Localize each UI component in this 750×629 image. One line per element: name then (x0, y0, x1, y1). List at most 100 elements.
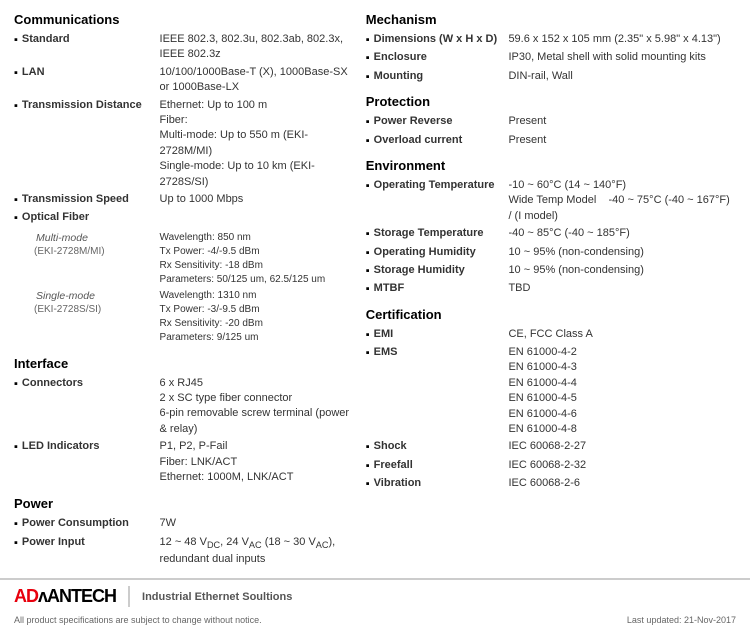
certification-table: ▪ EMI CE, FCC Class A ▪ EMS (366, 326, 736, 494)
footer-last-updated: Last updated: 21-Nov-2017 (627, 615, 736, 625)
led-line3: Ethernet: 1000M, LNK/ACT (160, 470, 354, 485)
conn-line3: 6-pin removable screw terminal (power & … (160, 406, 354, 437)
mounting-label: Mounting (374, 69, 423, 84)
mtbf-value: TBD (506, 280, 736, 298)
storage-temp-value: -40 ~ 85°C (-40 ~ 185°F) (506, 225, 736, 243)
multimode-label: Multi-mode (24, 231, 156, 246)
table-row: ▪ LAN 10/100/1000Base-T (X), 1000Base-SX… (14, 64, 356, 97)
table-row: ▪ Storage Humidity 10 ~ 95% (non-condens… (366, 262, 736, 280)
table-row: ▪ Transmission Speed Up to 1000 Mbps (14, 191, 356, 209)
main-content: Communications ▪ Standard IEEE 802.3, 80… (0, 0, 750, 578)
emi-label: EMI (374, 327, 394, 342)
lan-label: LAN (22, 65, 45, 80)
mechanism-table: ▪ Dimensions (W x H x D) 59.6 x 152 x 10… (366, 31, 736, 86)
conn-line1: 6 x RJ45 (160, 376, 354, 391)
table-row: ▪ Transmission Distance Ethernet: Up to … (14, 97, 356, 191)
freefall-label: Freefall (374, 458, 413, 473)
table-row: ▪ Power Reverse Present (366, 113, 736, 131)
conn-line2: 2 x SC type fiber connector (160, 391, 354, 406)
dimensions-value: 59.6 x 152 x 105 mm (2.35" x 5.98" x 4.1… (506, 31, 736, 49)
table-row: ▪ Operating Humidity 10 ~ 95% (non-conde… (366, 244, 736, 262)
power-input-label: Power Input (22, 535, 85, 550)
content-area: Communications ▪ Standard IEEE 802.3, 80… (0, 0, 750, 578)
bullet-icon: ▪ (366, 459, 370, 474)
section-interface: Interface (14, 356, 356, 371)
bullet-icon: ▪ (366, 440, 370, 455)
power-input-value: 12 ~ 48 VDC, 24 VAC (18 ~ 30 VAC), redun… (158, 534, 356, 568)
ems-line2: EN 61000-4-3 (508, 360, 734, 375)
mm-line1: Wavelength: 850 nm (160, 231, 354, 245)
sm-line2: Tx Power: -3/-9.5 dBm (160, 303, 354, 317)
table-row: ▪ Freefall IEC 60068-2-32 (366, 457, 736, 475)
mtbf-label: MTBF (374, 281, 405, 296)
enclosure-label: Enclosure (374, 50, 427, 65)
op-humidity-label: Operating Humidity (374, 245, 476, 260)
tx-speed-value: Up to 1000 Mbps (158, 191, 356, 209)
footer-logo-area: ADʌANTECH (14, 586, 130, 607)
power-table: ▪ Power Consumption 7W ▪ Power Input (14, 515, 356, 568)
bullet-icon: ▪ (14, 33, 18, 48)
page-wrapper: Communications ▪ Standard IEEE 802.3, 80… (0, 0, 750, 629)
bullet-icon: ▪ (366, 115, 370, 130)
singlemode-label: Single-mode (24, 289, 156, 304)
storage-humidity-label: Storage Humidity (374, 263, 465, 278)
ems-line3: EN 61000-4-4 (508, 376, 734, 391)
bullet-icon: ▪ (14, 440, 18, 455)
table-row: ▪ Operating Temperature -10 ~ 60°C (14 ~… (366, 177, 736, 225)
footer-tagline: Industrial Ethernet Soultions (142, 591, 292, 603)
right-column: Mechanism ▪ Dimensions (W x H x D) 59.6 … (366, 12, 736, 570)
sm-line4: Parameters: 9/125 um (160, 331, 354, 345)
bullet-icon: ▪ (14, 377, 18, 392)
led-line2: Fiber: LNK/ACT (160, 455, 354, 470)
optical-fiber-label: Optical Fiber (22, 210, 89, 225)
bullet-icon: ▪ (14, 99, 18, 114)
mm-line2: Tx Power: -4/-9.5 dBm (160, 245, 354, 259)
mm-line3: Rx Sensitivity: -18 dBm (160, 259, 354, 273)
led-value: P1, P2, P-Fail Fiber: LNK/ACT Ethernet: … (158, 438, 356, 486)
tx-dist-line2: Fiber: (160, 113, 354, 128)
communications-table: ▪ Standard IEEE 802.3, 802.3u, 802.3ab, … (14, 31, 356, 228)
multimode-values: Wavelength: 850 nm Tx Power: -4/-9.5 dBm… (158, 230, 356, 288)
table-row: ▪ Standard IEEE 802.3, 802.3u, 802.3ab, … (14, 31, 356, 64)
bullet-icon: ▪ (14, 517, 18, 532)
bullet-icon: ▪ (14, 536, 18, 551)
optical-fiber-value (158, 209, 356, 227)
bullet-icon: ▪ (14, 211, 18, 226)
bullet-icon: ▪ (14, 66, 18, 81)
table-row: ▪ Mounting DIN-rail, Wall (366, 68, 736, 86)
table-row: ▪ Overload current Present (366, 132, 736, 150)
storage-temp-label: Storage Temperature (374, 226, 484, 241)
bullet-icon: ▪ (366, 33, 370, 48)
table-row: ▪ MTBF TBD (366, 280, 736, 298)
ems-line5: EN 61000-4-6 (508, 407, 734, 422)
enclosure-value: IP30, Metal shell with solid mounting ki… (506, 49, 736, 67)
table-row: ▪ Shock IEC 60068-2-27 (366, 438, 736, 456)
sm-line1: Wavelength: 1310 nm (160, 289, 354, 303)
bullet-icon: ▪ (366, 346, 370, 361)
op-temp-label: Operating Temperature (374, 178, 495, 193)
table-row: Single-mode (EKI-2728S/SI) Wavelength: 1… (14, 288, 356, 346)
table-row: ▪ Connectors 6 x RJ45 2 x SC type fiber … (14, 375, 356, 439)
environment-table: ▪ Operating Temperature -10 ~ 60°C (14 ~… (366, 177, 736, 299)
overload-current-value: Present (506, 132, 736, 150)
table-row: ▪ Storage Temperature -40 ~ 85°C (-40 ~ … (366, 225, 736, 243)
footer-bottom: All product specifications are subject t… (0, 613, 750, 629)
ems-label: EMS (374, 345, 398, 360)
footer-area: ADʌANTECH Industrial Ethernet Soultions … (0, 578, 750, 629)
overload-current-label: Overload current (374, 133, 463, 148)
bullet-icon: ▪ (366, 134, 370, 149)
table-row: ▪ EMS EN 61000-4-2 EN 61000-4-3 EN 61000… (366, 344, 736, 438)
tx-speed-label: Transmission Speed (22, 192, 129, 207)
mm-line4: Parameters: 50/125 um, 62.5/125 um (160, 273, 354, 287)
bullet-icon: ▪ (366, 264, 370, 279)
bullet-icon: ▪ (366, 282, 370, 297)
bullet-icon: ▪ (366, 179, 370, 194)
vibration-label: Vibration (374, 476, 421, 491)
led-label: LED Indicators (22, 439, 100, 454)
ems-value: EN 61000-4-2 EN 61000-4-3 EN 61000-4-4 E… (506, 344, 736, 438)
op-temp-line1: -10 ~ 60°C (14 ~ 140°F) (508, 178, 734, 193)
table-row: ▪ LED Indicators P1, P2, P-Fail Fiber: L… (14, 438, 356, 486)
table-row: ▪ Dimensions (W x H x D) 59.6 x 152 x 10… (366, 31, 736, 49)
multimode-eki: (EKI-2728M/MI) (24, 245, 156, 259)
bullet-icon: ▪ (366, 477, 370, 492)
